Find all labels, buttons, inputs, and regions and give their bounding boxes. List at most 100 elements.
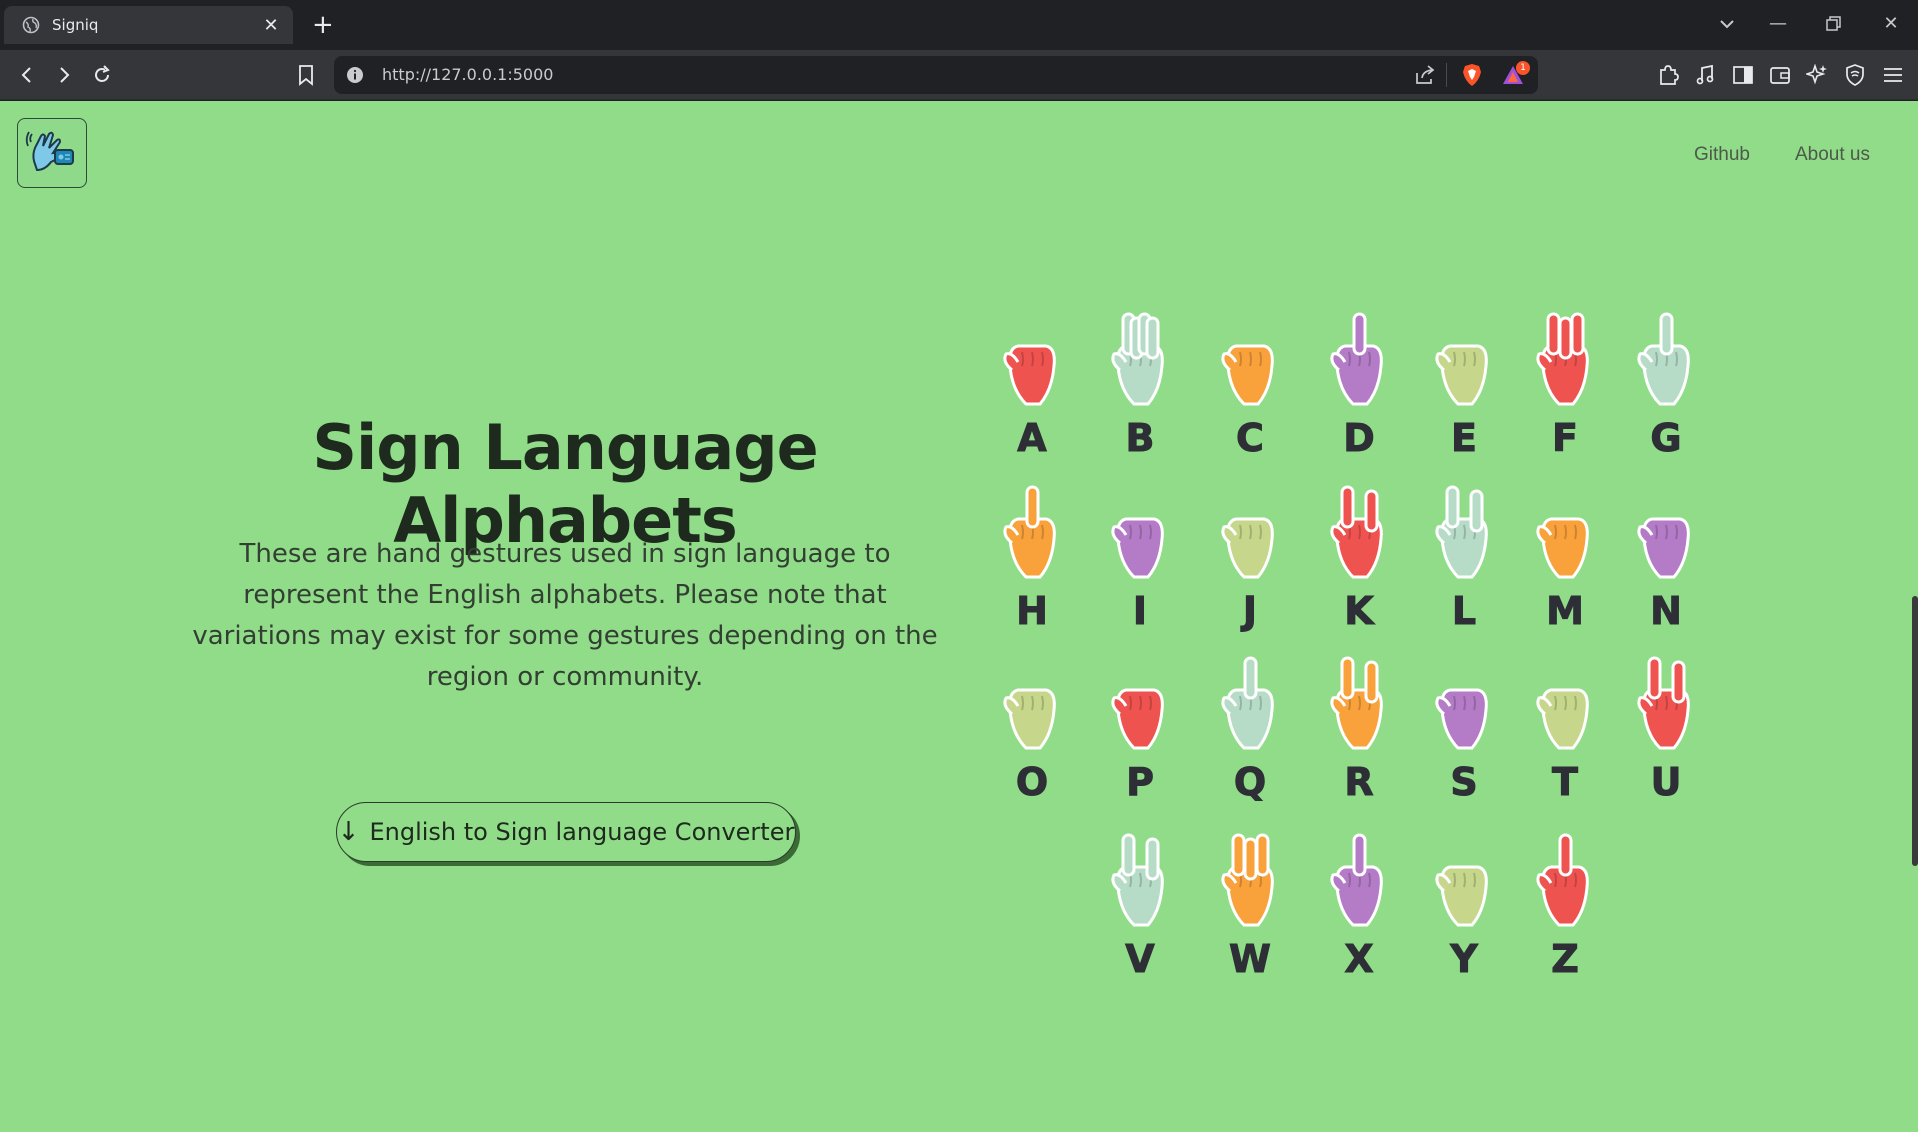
hand-sign-p-icon bbox=[1111, 688, 1164, 750]
hand-knuckle-line bbox=[1031, 351, 1034, 367]
hand-knuckle-line bbox=[1149, 695, 1152, 711]
minimize-icon[interactable]: — bbox=[1763, 12, 1793, 36]
leo-ai-icon[interactable] bbox=[1805, 63, 1829, 87]
close-window-icon[interactable]: ✕ bbox=[1876, 12, 1906, 36]
sign-letter-label: P bbox=[1126, 760, 1155, 805]
hand-sign-h-icon bbox=[1003, 485, 1056, 579]
extensions-icon[interactable] bbox=[1656, 63, 1680, 87]
hand-finger bbox=[1121, 833, 1136, 877]
sign-y: Y bbox=[1414, 829, 1514, 989]
hand-knuckle-line bbox=[1463, 351, 1466, 367]
hand-finger bbox=[1364, 489, 1379, 533]
sign-letter-label: J bbox=[1242, 589, 1258, 634]
share-icon[interactable] bbox=[1414, 65, 1436, 89]
address-bar[interactable]: http://127.0.0.1:5000 1 bbox=[334, 56, 1538, 94]
page-scrollbar[interactable] bbox=[1912, 101, 1918, 1132]
hand-finger bbox=[1570, 312, 1585, 356]
restore-icon[interactable] bbox=[1818, 12, 1848, 43]
hand-finger bbox=[1647, 656, 1662, 700]
menu-icon[interactable] bbox=[1881, 63, 1905, 87]
vpn-shield-icon[interactable] bbox=[1843, 63, 1867, 87]
hand-knuckle-line bbox=[1021, 524, 1024, 540]
hand-sign-w-icon bbox=[1221, 833, 1274, 927]
hand-sign-q-icon bbox=[1221, 656, 1274, 750]
hand-knuckle-line bbox=[1554, 695, 1557, 711]
brave-rewards-icon[interactable]: 1 bbox=[1502, 61, 1530, 89]
sign-letter-label: O bbox=[1015, 760, 1049, 805]
sidebar-toggle-icon[interactable] bbox=[1731, 63, 1755, 87]
sign-p: P bbox=[1090, 652, 1190, 812]
forward-icon[interactable] bbox=[52, 63, 76, 87]
hand-finger bbox=[1340, 656, 1355, 700]
hand-knuckle-line bbox=[1249, 351, 1252, 367]
bookmark-icon[interactable] bbox=[294, 63, 318, 87]
hand-sign-n-icon bbox=[1637, 517, 1690, 579]
hand-finger bbox=[1243, 837, 1258, 881]
sign-w: W bbox=[1200, 829, 1300, 989]
hand-finger bbox=[1659, 312, 1674, 356]
sign-letter-label: Y bbox=[1450, 937, 1479, 982]
hand-knuckle-line bbox=[1665, 695, 1668, 711]
sign-letter-label: C bbox=[1236, 416, 1265, 461]
tab-search-chevron-icon[interactable] bbox=[1712, 12, 1742, 43]
close-tab-icon[interactable]: ✕ bbox=[261, 15, 281, 36]
sign-m: M bbox=[1515, 481, 1615, 641]
hand-knuckle-line bbox=[1239, 695, 1242, 711]
sign-i: I bbox=[1090, 481, 1190, 641]
hand-finger bbox=[1145, 316, 1160, 360]
hand-knuckle-line bbox=[1259, 351, 1262, 367]
back-icon[interactable] bbox=[15, 63, 39, 87]
sign-letter-label: U bbox=[1650, 760, 1682, 805]
hand-knuckle-line bbox=[1031, 695, 1034, 711]
hand-knuckle-line bbox=[1564, 524, 1567, 540]
new-tab-icon[interactable]: + bbox=[312, 12, 334, 38]
hand-knuckle-line bbox=[1139, 872, 1142, 888]
reload-icon[interactable] bbox=[90, 63, 114, 87]
hand-knuckle-line bbox=[1574, 524, 1577, 540]
hand-knuckle-line bbox=[1574, 695, 1577, 711]
hand-knuckle-line bbox=[1463, 695, 1466, 711]
sign-letter-label: R bbox=[1344, 760, 1374, 805]
hand-finger bbox=[1546, 312, 1561, 356]
sign-b: B bbox=[1090, 308, 1190, 468]
sign-letter-label: L bbox=[1451, 589, 1477, 634]
sign-letter-label: D bbox=[1343, 416, 1376, 461]
sign-f: F bbox=[1515, 308, 1615, 468]
notification-badge: 1 bbox=[1516, 61, 1530, 75]
hand-knuckle-line bbox=[1564, 695, 1567, 711]
hand-knuckle-line bbox=[1463, 872, 1466, 888]
hand-sign-e-icon bbox=[1435, 344, 1488, 406]
hand-knuckle-line bbox=[1259, 524, 1262, 540]
wallet-icon[interactable] bbox=[1768, 63, 1792, 87]
hand-finger bbox=[1340, 485, 1355, 529]
sign-letter-label: G bbox=[1650, 416, 1682, 461]
media-music-icon[interactable] bbox=[1693, 63, 1717, 87]
sign-r: R bbox=[1309, 652, 1409, 812]
hand-sign-t-icon bbox=[1536, 688, 1589, 750]
sign-d: D bbox=[1309, 308, 1409, 468]
sign-letter-label: T bbox=[1552, 760, 1579, 805]
scrollbar-thumb[interactable] bbox=[1912, 596, 1918, 866]
hand-sign-j-icon bbox=[1221, 517, 1274, 579]
hand-sign-s-icon bbox=[1435, 688, 1488, 750]
sign-h: H bbox=[982, 481, 1082, 641]
hand-knuckle-line bbox=[1358, 524, 1361, 540]
page-content: Github About us Sign Language Alphabets … bbox=[0, 101, 1918, 1132]
sign-letter-label: K bbox=[1344, 589, 1374, 634]
hand-finger bbox=[1445, 485, 1460, 529]
sign-g: G bbox=[1616, 308, 1716, 468]
hand-sign-m-icon bbox=[1536, 517, 1589, 579]
hand-sign-r-icon bbox=[1330, 656, 1383, 750]
hand-knuckle-line bbox=[1348, 872, 1351, 888]
brave-shields-icon[interactable] bbox=[1462, 63, 1482, 91]
hand-finger bbox=[1231, 833, 1246, 877]
hand-finger bbox=[1145, 837, 1160, 881]
sign-t: T bbox=[1515, 652, 1615, 812]
urlbar-divider bbox=[1446, 63, 1447, 87]
browser-tab[interactable]: Signiq ✕ bbox=[4, 6, 293, 44]
sign-q: Q bbox=[1200, 652, 1300, 812]
sign-v: V bbox=[1090, 829, 1190, 989]
sign-alphabet-grid: A B C D E F G H I J K L M N O P Q R S T U V W X Y Z bbox=[0, 101, 1918, 1132]
sign-letter-label: X bbox=[1344, 937, 1374, 982]
site-info-icon[interactable] bbox=[346, 66, 364, 88]
